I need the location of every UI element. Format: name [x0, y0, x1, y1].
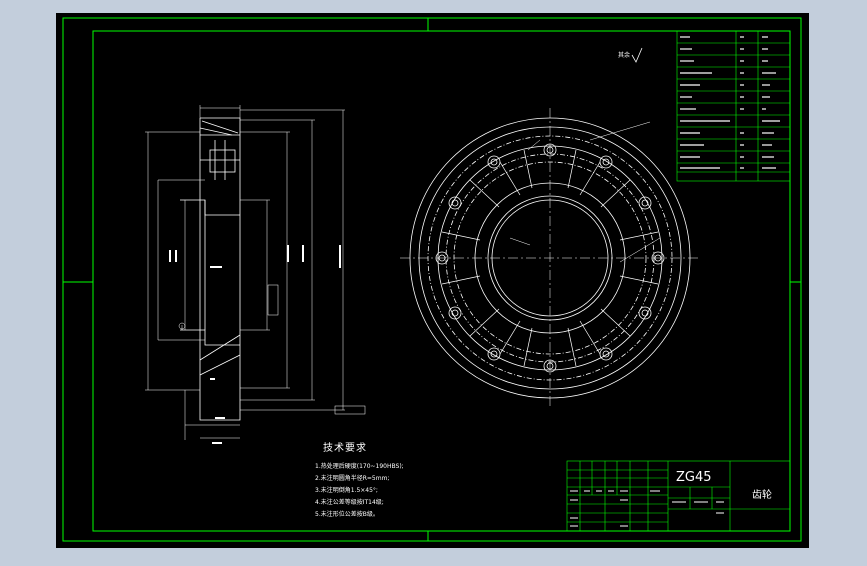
roughness-note: 其余 [618, 52, 631, 59]
part-name-label: 齿轮 [752, 490, 772, 501]
requirement-item: 5.未注形位公差按B级。 [315, 511, 379, 518]
cad-viewport[interactable]: ZG45 齿轮 其余 技术要求 1.热处理后硬度(170~190HBS); 2.… [0, 0, 867, 562]
drawing-canvas [56, 13, 809, 548]
requirement-item: 4.未注公差等级按IT14级; [315, 499, 384, 506]
requirement-item: 3.未注明倒角1.5×45°; [315, 487, 378, 494]
requirement-item: 1.热处理后硬度(170~190HBS); [315, 463, 404, 470]
drawing-background [56, 13, 809, 548]
material-label: ZG45 [676, 470, 712, 485]
technical-requirements-title: 技术要求 [323, 443, 367, 454]
requirement-item: 2.未注明圆角半径R=5mm; [315, 475, 390, 482]
